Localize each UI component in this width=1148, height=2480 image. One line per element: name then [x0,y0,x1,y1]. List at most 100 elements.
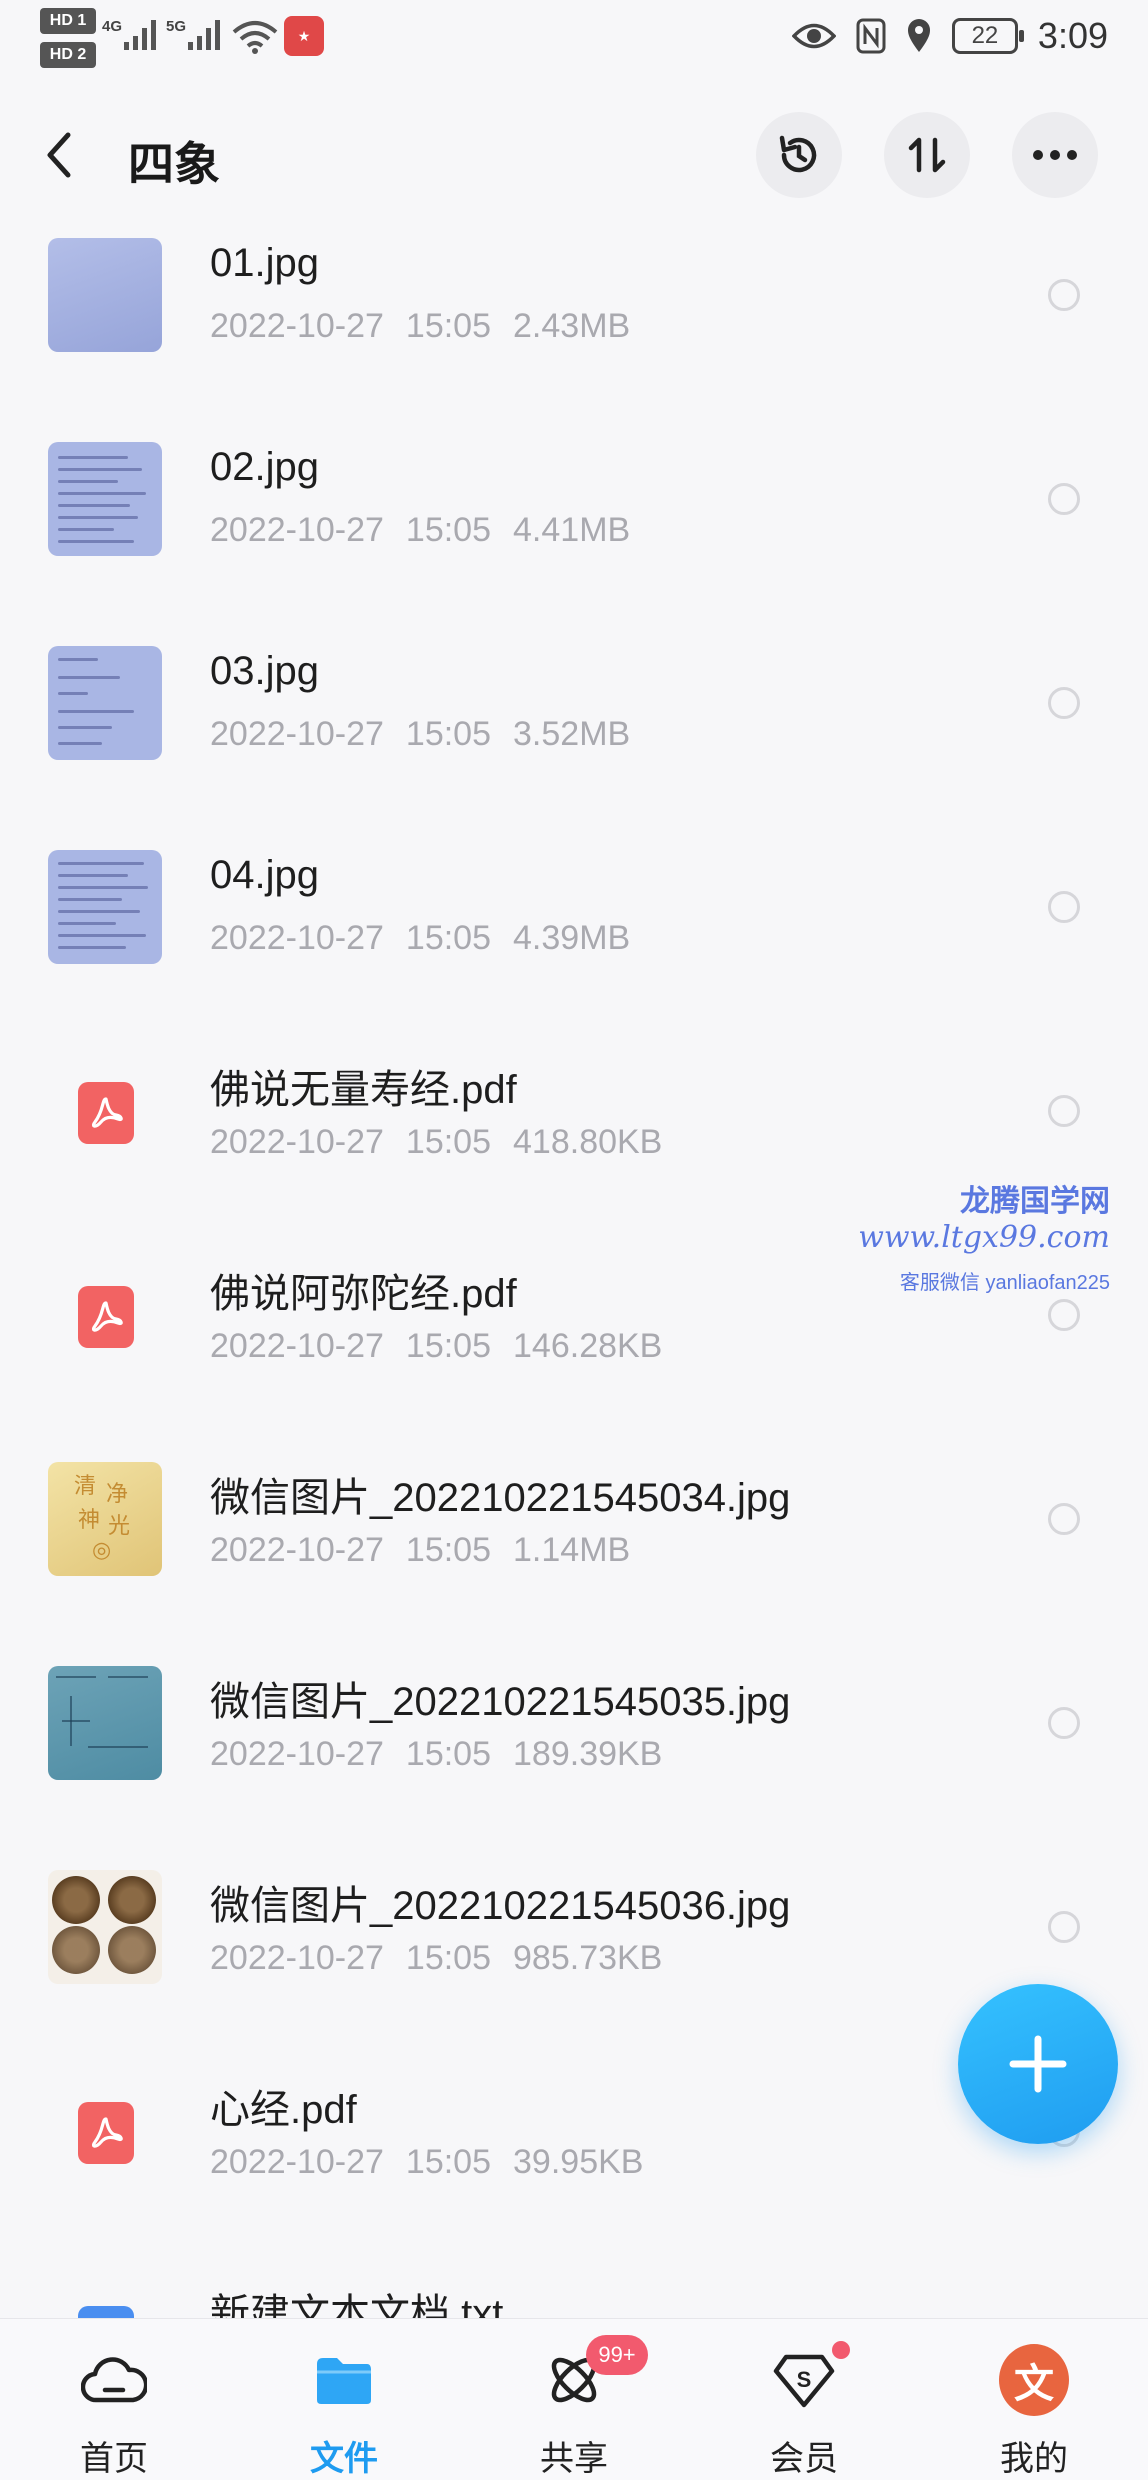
battery-indicator: 22 [951,18,1024,54]
file-date: 2022-10-27 [210,307,384,345]
file-meta: 2022-10-27 15:05 4.39MB [210,919,652,958]
page-title: 四象 [128,138,220,190]
file-meta: 2022-10-27 15:05 4.41MB [210,511,652,550]
select-radio[interactable] [1048,279,1080,311]
calligraphy-thumbnail: 清净 神光 ◎ [48,1462,162,1576]
file-time: 15:05 [405,1939,492,1977]
network-type-1: 4G [102,18,123,35]
nav-share[interactable]: 99+ 共享 [494,2319,654,2480]
select-radio[interactable] [1048,687,1080,719]
file-size: 3.52MB [513,715,631,753]
file-size: 985.73KB [513,1939,663,1977]
file-row[interactable]: 04.jpg 2022-10-27 15:05 4.39MB [0,835,1148,1039]
watermark-title: 龙腾国学网 [960,1185,1110,1218]
nav-home[interactable]: 首页 [34,2319,194,2480]
nav-label: 文件 [310,2440,378,2478]
photo-thumbnail [48,238,162,352]
location-icon [907,19,930,52]
file-name: 03.jpg [210,649,319,693]
file-meta: 2022-10-27 15:05 39.95KB [210,2143,665,2182]
file-row[interactable]: 03.jpg 2022-10-27 15:05 3.52MB [0,631,1148,835]
file-meta: 2022-10-27 15:05 1.14MB [210,1531,652,1570]
nav-label: 共享 [540,2440,608,2478]
nav-label: 我的 [1000,2440,1068,2478]
select-radio[interactable] [1048,1299,1080,1331]
file-meta: 2022-10-27 15:05 985.73KB [210,1939,684,1978]
file-size: 1.14MB [513,1531,631,1569]
more-dots-icon [1033,150,1077,160]
history-button[interactable] [756,112,842,198]
sketch-thumbnail [48,1666,162,1780]
file-date: 2022-10-27 [210,511,384,549]
select-radio[interactable] [1048,1095,1080,1127]
file-date: 2022-10-27 [210,715,384,753]
sim1-indicator: HD 1 [40,8,96,34]
clock: 3:09 [1037,15,1108,56]
sim2-indicator: HD 2 [40,42,96,68]
file-name: 微信图片_202210221545035.jpg [210,1680,791,1724]
back-button[interactable] [44,122,100,188]
more-options-button[interactable] [1012,112,1098,198]
signal-icon [124,20,156,50]
file-row[interactable]: 微信图片_202210221545035.jpg 2022-10-27 15:05… [0,1651,1148,1855]
nav-files[interactable]: 文件 [264,2319,424,2480]
file-date: 2022-10-27 [210,2143,384,2181]
select-radio[interactable] [1048,483,1080,515]
select-radio[interactable] [1048,1707,1080,1739]
pdf-icon [78,1286,134,1348]
file-name: 02.jpg [210,445,319,489]
nav-label: 会员 [770,2440,838,2478]
file-time: 15:05 [405,2143,492,2181]
file-time: 15:05 [405,1123,492,1161]
eye-icon [791,23,836,49]
chevron-left-icon [47,132,71,178]
select-radio[interactable] [1048,891,1080,923]
file-row[interactable]: 02.jpg 2022-10-27 15:05 4.41MB [0,427,1148,631]
add-button[interactable] [958,1984,1118,2144]
file-name: 微信图片_202210221545036.jpg [210,1884,791,1928]
file-name: 04.jpg [210,853,319,897]
file-date: 2022-10-27 [210,1123,384,1161]
top-bar: 四象 [0,100,1148,210]
nav-profile[interactable]: 文 我的 [954,2319,1114,2480]
file-time: 15:05 [405,1531,492,1569]
pdf-file-thumbnail [48,1054,162,1168]
file-row[interactable]: 清净 神光 ◎ 微信图片_202210221545034.jpg 2022-10… [0,1447,1148,1651]
file-date: 2022-10-27 [210,1939,384,1977]
wifi-icon [232,21,278,54]
file-row[interactable]: 01.jpg 2022-10-27 15:05 2.43MB [0,223,1148,427]
watermark-contact: 客服微信 yanliaofan225 [899,1272,1110,1294]
sort-button[interactable] [884,112,970,198]
notification-dot [832,2341,850,2359]
file-name: 心经.pdf [210,2088,357,2132]
pdf-file-thumbnail [48,2074,162,2188]
file-size: 4.41MB [513,511,631,549]
nav-label: 首页 [80,2440,148,2478]
vip-diamond-icon: S [769,2345,839,2415]
status-bar: HD 1 HD 2 4G 5G ★ 22 3:09 [0,0,1148,72]
file-name: 佛说无量寿经.pdf [210,1068,517,1112]
document-thumbnail [48,442,162,556]
folder-icon [309,2345,379,2415]
history-icon [779,135,817,173]
file-size: 146.28KB [513,1327,663,1365]
file-date: 2022-10-27 [210,1735,384,1773]
file-name: 佛说阿弥陀经.pdf [210,1272,517,1316]
avatar: 文 [999,2344,1069,2416]
file-size: 418.80KB [513,1123,663,1161]
select-radio[interactable] [1048,1911,1080,1943]
share-badge: 99+ [586,2335,648,2375]
file-meta: 2022-10-27 15:05 146.28KB [210,1327,684,1366]
nav-vip[interactable]: S 会员 [724,2319,884,2480]
file-time: 15:05 [405,1735,492,1773]
app-notification-icon: ★ [284,16,324,56]
select-radio[interactable] [1048,1503,1080,1535]
file-time: 15:05 [405,307,492,345]
file-meta: 2022-10-27 15:05 189.39KB [210,1735,684,1774]
file-meta: 2022-10-27 15:05 3.52MB [210,715,652,754]
file-time: 15:05 [405,715,492,753]
cloud-icon [79,2345,149,2415]
coins-thumbnail [48,1870,162,1984]
sort-icon [908,137,946,173]
pdf-icon [78,1082,134,1144]
